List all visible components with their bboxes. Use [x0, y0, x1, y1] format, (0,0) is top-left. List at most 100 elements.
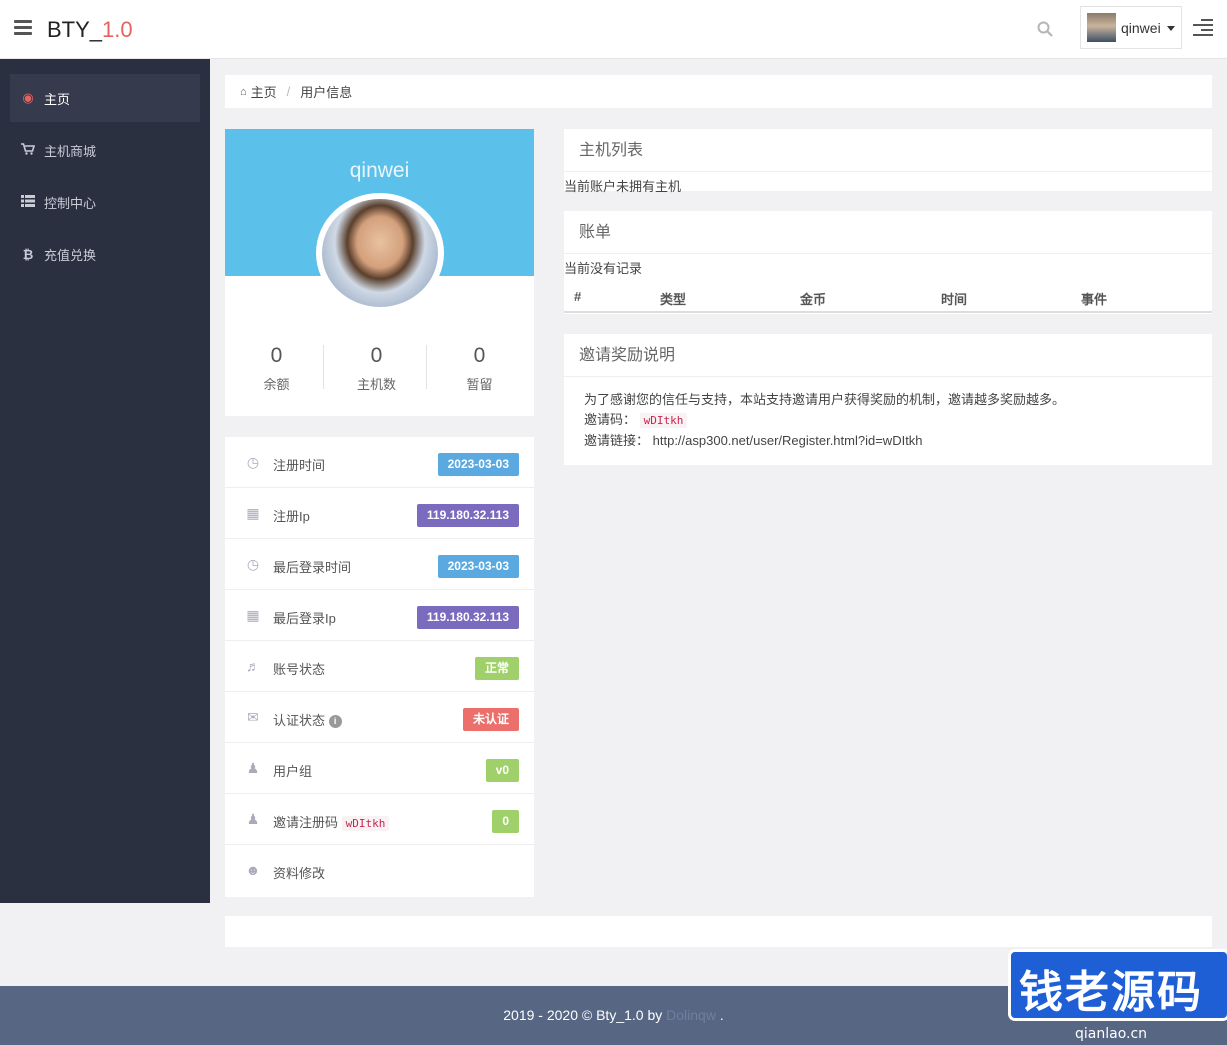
panel-title: 邀请奖励说明: [564, 334, 1212, 377]
clock-icon: ◷: [246, 556, 260, 572]
user-icon: ☻: [245, 862, 261, 878]
invite-link-label: 邀请链接：: [584, 433, 650, 448]
info-circle-icon[interactable]: i: [328, 715, 342, 728]
hamburger-menu-icon[interactable]: [14, 20, 32, 36]
brand-logo[interactable]: BTY_1.0: [47, 17, 133, 43]
info-row-register-ip: ▦ 注册Ip 119.180.32.113: [225, 488, 534, 539]
breadcrumb-current: 用户信息: [300, 85, 353, 100]
footer-suffix: .: [715, 1007, 724, 1023]
info-row-edit-profile[interactable]: ☻ 资料修改: [225, 845, 534, 896]
info-row-account-status: ♬ 账号状态 正常: [225, 641, 534, 692]
invite-link-line: 邀请链接： http://asp300.net/user/Register.ht…: [584, 431, 1192, 451]
bitcoin-icon: ₿: [22, 246, 34, 262]
info-row-verify-status: ✉ 认证状态 i 未认证: [225, 692, 534, 743]
sidebar-item-control-center[interactable]: 控制中心: [10, 178, 200, 226]
invite-panel: 邀请奖励说明 为了感谢您的信任与支持，本站支持邀请用户获得奖励的机制，邀请越多奖…: [564, 334, 1212, 465]
top-navbar: BTY_1.0 qinwei: [0, 0, 1227, 59]
invite-code: wDItkh: [639, 413, 688, 428]
info-badge: v0: [485, 759, 519, 782]
sidebar-item-label: 主机商城: [44, 143, 97, 159]
invite-link[interactable]: http://asp300.net/user/Register.html?id=…: [653, 433, 923, 448]
sidebar-item-host-store[interactable]: 主机商城: [10, 126, 200, 174]
info-badge: 2023-03-03: [437, 555, 519, 578]
column-header: #: [574, 289, 582, 304]
cart-icon: [20, 142, 36, 158]
info-label: 最后登录Ip: [273, 611, 336, 626]
invite-description: 为了感谢您的信任与支持，本站支持邀请用户获得奖励的机制，邀请越多奖励越多。: [584, 392, 1066, 407]
info-row-last-login-ip: ▦ 最后登录Ip 119.180.32.113: [225, 590, 534, 641]
watermark-logo: 钱老源码 qianlao.cn: [1003, 938, 1227, 1045]
breadcrumb-separator: /: [286, 84, 291, 99]
column-header: 事件: [1081, 292, 1108, 307]
invite-code: wDItkh: [341, 816, 390, 831]
bill-table-header: # 类型 金币 时间 事件: [564, 277, 1212, 313]
caret-down-icon: [1167, 26, 1175, 31]
dashboard-icon: ◉: [22, 90, 34, 105]
info-label: 用户组: [273, 764, 313, 779]
hosts-panel: 主机列表 当前账户未拥有主机: [564, 129, 1212, 194]
breadcrumb: ⌂ 主页 / 用户信息: [225, 75, 1212, 108]
user-info-list: ◷ 注册时间 2023-03-03 ▦ 注册Ip 119.180.32.113 …: [225, 437, 534, 897]
invite-body: 为了感谢您的信任与支持，本站支持邀请用户获得奖励的机制，邀请越多奖励越多。 邀请…: [564, 377, 1212, 464]
info-row-last-login-time: ◷ 最后登录时间 2023-03-03: [225, 539, 534, 590]
info-badge: 0: [492, 810, 519, 833]
info-badge: 2023-03-03: [437, 453, 519, 476]
info-badge: 未认证: [462, 708, 519, 731]
stat-label: 余额: [263, 377, 290, 392]
info-row-register-time: ◷ 注册时间 2023-03-03: [225, 437, 534, 488]
info-badge: 正常: [474, 657, 519, 680]
column-header: 类型: [660, 292, 687, 307]
info-badge: 119.180.32.113: [416, 606, 519, 629]
sidebar: ◉ 主页 主机商城 控制中心 ₿ 充值兑换: [0, 59, 210, 903]
panel-message: 当前账户未拥有主机: [564, 179, 682, 194]
right-menu-icon[interactable]: [1193, 19, 1213, 36]
panel-message: 当前没有记录: [564, 261, 643, 276]
info-label[interactable]: 资料修改: [273, 863, 325, 882]
info-label-wrap: 邀请注册码 wDItkh: [273, 812, 390, 831]
stat-label: 主机数: [356, 377, 396, 392]
invite-code-line: 邀请码： wDItkh: [584, 410, 1192, 431]
sidebar-item-label: 充值兑换: [44, 247, 97, 263]
watermark-text: 钱老源码: [1019, 967, 1203, 1018]
stat-value: 0: [270, 344, 283, 367]
calendar-icon: ▦: [246, 607, 260, 623]
invite-code-label: 邀请码：: [584, 412, 637, 427]
sidebar-item-recharge[interactable]: ₿ 充值兑换: [10, 230, 200, 278]
stat-divider: [323, 345, 324, 389]
clock-icon: ◷: [246, 454, 260, 470]
footer-text: 2019 - 2020 © Bty_1.0 by: [503, 1007, 663, 1023]
panel-title: 主机列表: [564, 129, 1212, 172]
stat-label: 暂留: [466, 377, 493, 392]
info-badge: 119.180.32.113: [416, 504, 519, 527]
info-row-invite-code: ♟ 邀请注册码 wDItkh 0: [225, 794, 534, 845]
breadcrumb-home[interactable]: 主页: [251, 82, 277, 101]
info-label: 邀请注册码: [273, 815, 339, 830]
profile-avatar: [316, 193, 444, 313]
stat-balance: 0 余额: [225, 344, 328, 393]
column-header: 时间: [941, 292, 968, 307]
info-label-wrap: 认证状态 i: [273, 710, 342, 729]
stat-value: 0: [370, 344, 383, 367]
footer-author-link[interactable]: Dolinqw: [666, 1007, 716, 1023]
sidebar-item-home[interactable]: ◉ 主页: [10, 74, 200, 122]
watermark-url: qianlao.cn: [1075, 1026, 1148, 1042]
stat-divider: [426, 345, 427, 389]
users-icon: ♟: [246, 811, 260, 827]
profile-name: qinwei: [349, 159, 410, 182]
username-label: qinwei: [1121, 20, 1161, 36]
user-dropdown[interactable]: qinwei: [1080, 6, 1182, 49]
users-icon: ♟: [246, 760, 260, 776]
info-label: 注册Ip: [273, 509, 310, 524]
stat-reserved: 0 暂留: [428, 344, 531, 393]
info-row-user-group: ♟ 用户组 v0: [225, 743, 534, 794]
info-label: 最后登录时间: [273, 560, 352, 575]
bill-panel: 账单 当前没有记录 # 类型 金币 时间 事件: [564, 211, 1212, 314]
profile-card: qinwei 0 余额 0 主机数 0 暂留: [225, 129, 534, 416]
envelope-icon: ✉: [247, 709, 259, 725]
user-avatar: [1087, 13, 1116, 42]
calendar-icon: ▦: [246, 505, 260, 521]
search-icon[interactable]: [1037, 21, 1053, 37]
bell-icon: ♬: [246, 658, 260, 674]
sidebar-item-label: 控制中心: [44, 195, 97, 211]
info-label: 认证状态: [273, 713, 326, 728]
